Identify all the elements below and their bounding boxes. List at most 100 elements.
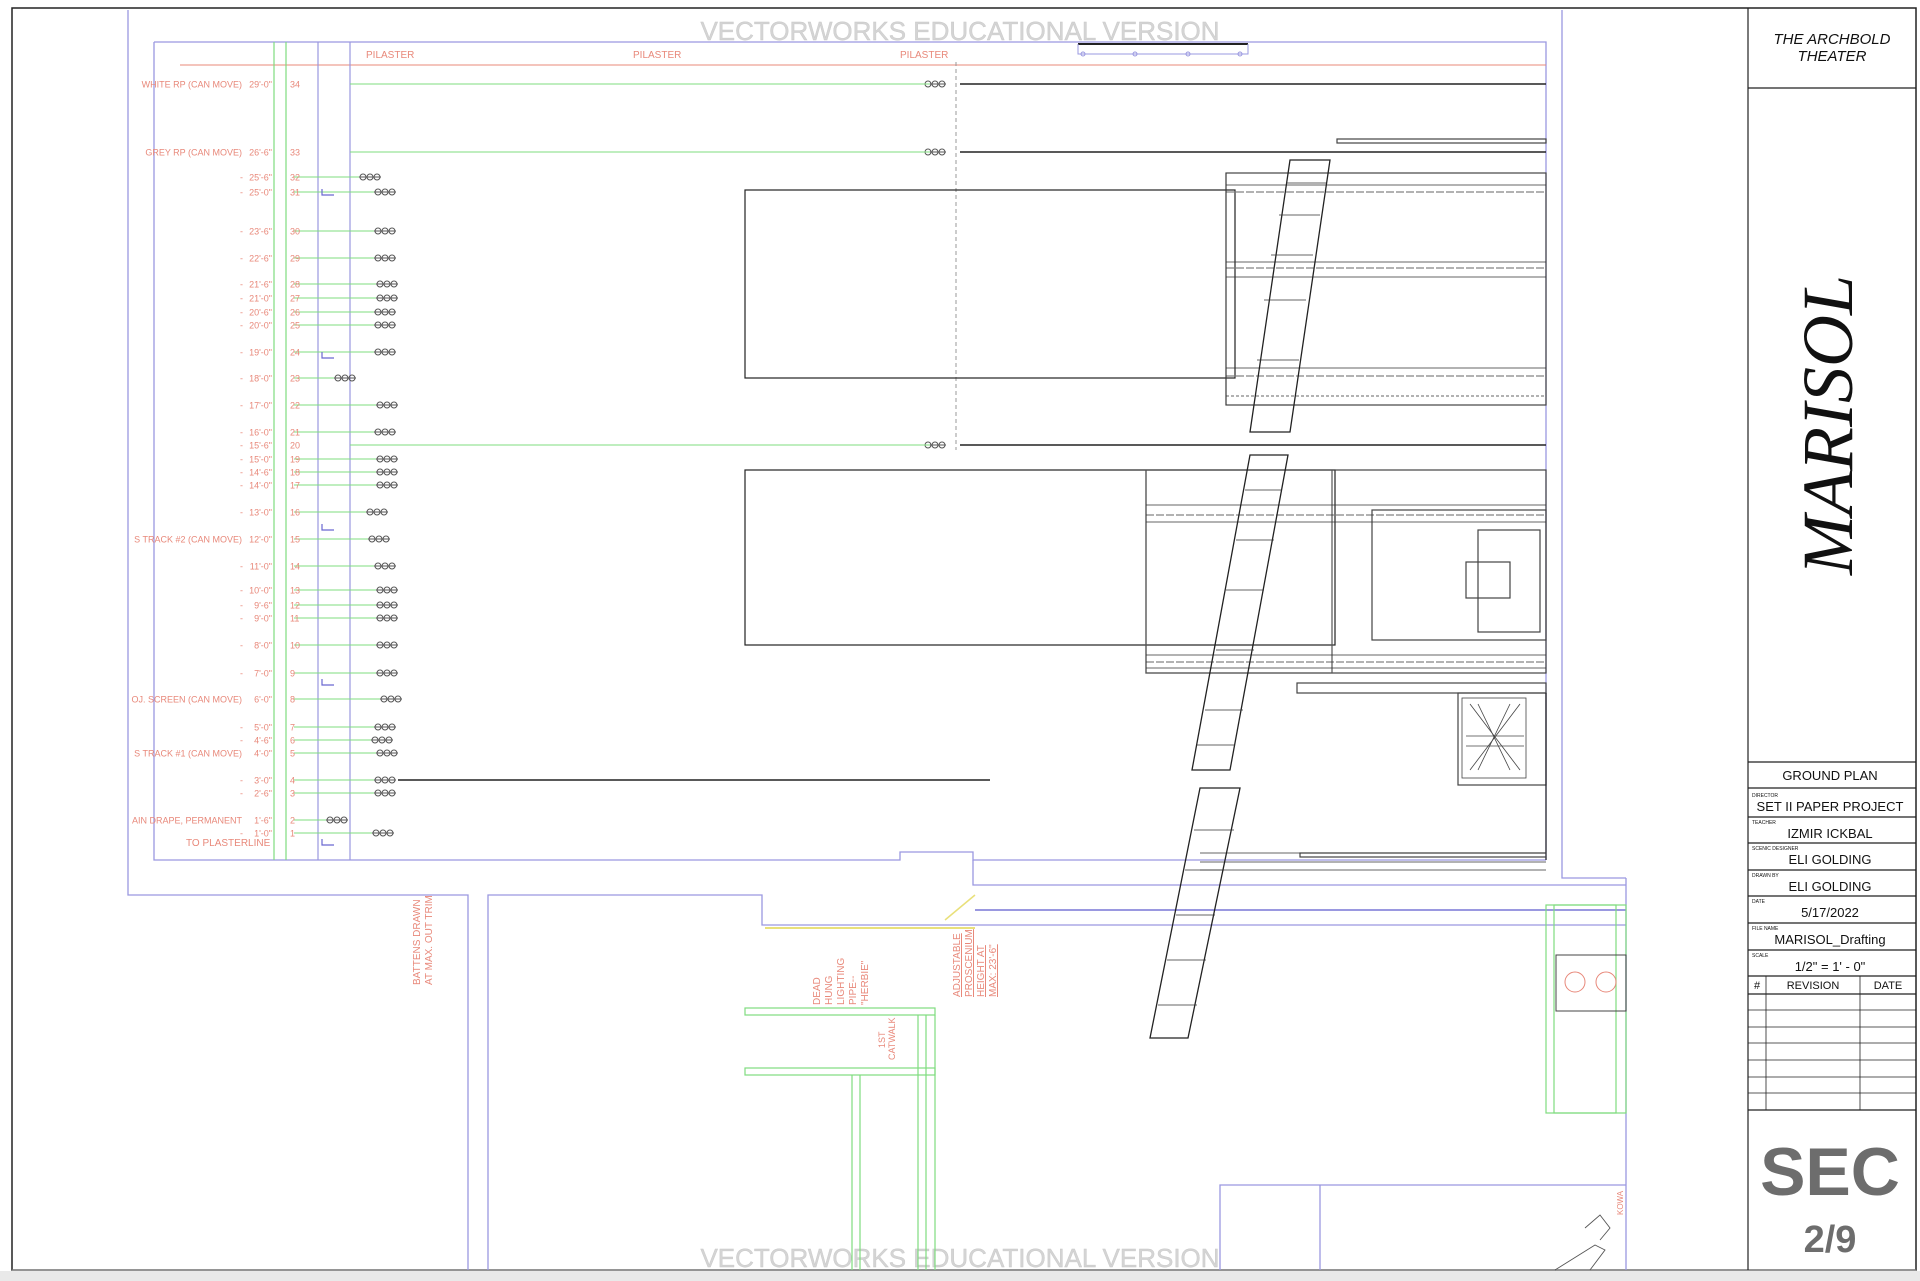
- proscenium-line4: MAX: 23'-6": [988, 944, 999, 997]
- lineset-distance: 29'-0": [249, 80, 272, 90]
- sheet-number: 2/9: [1804, 1219, 1857, 1261]
- sheet-name: GROUND PLAN: [1782, 768, 1877, 783]
- lineset-distance: 23'-6": [249, 227, 272, 237]
- lineset-number: 11: [290, 614, 299, 624]
- lineset-dash: -: [240, 614, 243, 624]
- lineset-number: 3: [290, 789, 295, 799]
- lineset-dash: -: [240, 308, 243, 318]
- lineset-distance: 13'-0": [249, 508, 272, 518]
- lineset-dash: -: [240, 601, 243, 611]
- file-name-value: MARISOL_Drafting: [1774, 932, 1885, 947]
- lineset-number: 8: [290, 695, 295, 705]
- revision-number-header: #: [1754, 980, 1761, 992]
- pilaster-label-2: PILASTER: [633, 50, 681, 61]
- dead-hung-line1: DEAD: [812, 977, 823, 1005]
- lineset-name: S TRACK #1 (CAN MOVE): [134, 749, 242, 759]
- lineset-distance: 10'-0": [249, 586, 272, 596]
- catwalk-line2: CATWALK: [887, 1017, 897, 1060]
- pilaster-label-1: PILASTER: [366, 50, 414, 61]
- lineset-number: 19: [290, 455, 300, 465]
- lineset-number: 33: [290, 148, 300, 158]
- proscenium-line3: HEIGHT AT: [976, 945, 987, 997]
- lineset-distance: 14'-0": [249, 481, 272, 491]
- battens-note-line2: AT MAX. OUT TRIM: [424, 895, 435, 985]
- lineset-distance: 3'-0": [254, 776, 272, 786]
- lineset-distance: 21'-0": [249, 294, 272, 304]
- lineset-number: 27: [290, 294, 300, 304]
- lineset-distance: 26'-6": [249, 148, 272, 158]
- lineset-dash: -: [240, 776, 243, 786]
- lineset-number: 22: [290, 401, 300, 411]
- dead-hung-line2: HUNG: [824, 975, 835, 1005]
- lineset-dash: -: [240, 481, 243, 491]
- lineset-number: 29: [290, 254, 300, 264]
- lineset-distance: 4'-0": [254, 749, 272, 759]
- drawn-by-label: DRAWN BY: [1752, 873, 1779, 879]
- lineset-number: 25: [290, 321, 300, 331]
- lineset-distance: 15'-0": [249, 455, 272, 465]
- lineset-dash: -: [240, 562, 243, 572]
- dead-hung-line5: "HERBIE": [860, 960, 871, 1005]
- lineset-number: 1: [290, 829, 295, 839]
- lineset-dash: -: [240, 227, 243, 237]
- lineset-dash: -: [240, 188, 243, 198]
- lineset-number: 10: [290, 641, 300, 651]
- revision-header: REVISION: [1787, 980, 1840, 992]
- lineset-number: 23: [290, 374, 300, 384]
- lineset-number: 17: [290, 481, 300, 491]
- lineset-number: 21: [290, 428, 300, 438]
- lineset-dash: -: [240, 736, 243, 746]
- lineset-distance: 21'-6": [249, 280, 272, 290]
- lineset-dash: -: [240, 428, 243, 438]
- dead-hung-line3: LIGHTING: [836, 958, 847, 1005]
- lineset-number: 12: [290, 601, 300, 611]
- lineset-number: 30: [290, 227, 300, 237]
- scale-label: SCALE: [1752, 953, 1769, 959]
- battens-note: BATTENS DRAWN AT MAX. OUT TRIM: [412, 895, 435, 985]
- lineset-dash: -: [240, 173, 243, 183]
- lineset-dash: -: [240, 789, 243, 799]
- lineset-dash: -: [240, 321, 243, 331]
- lineset-distance: 9'-0": [254, 614, 272, 624]
- lineset-distance: 19'-0": [249, 348, 272, 358]
- drawing-sheet: VECTORWORKS EDUCATIONAL VERSION VECTORWO…: [0, 7, 1920, 1281]
- teacher-value: IZMIR ICKBAL: [1787, 826, 1872, 841]
- lineset-name: AIN DRAPE, PERMANENT: [132, 816, 243, 826]
- lineset-dash: -: [240, 641, 243, 651]
- lineset-number: 28: [290, 280, 300, 290]
- pilaster-label-3: PILASTER: [900, 50, 948, 61]
- lineset-number: 31: [290, 188, 300, 198]
- lineset-number: 18: [290, 468, 300, 478]
- lineset-distance: 1'-0": [254, 829, 272, 839]
- lineset-number: 9: [290, 669, 295, 679]
- dead-hung-line4: PIPE--: [848, 976, 859, 1005]
- lineset-number: 5: [290, 749, 295, 759]
- lineset-dash: -: [240, 280, 243, 290]
- lineset-number: 24: [290, 348, 300, 358]
- lineset-distance: 22'-6": [249, 254, 272, 264]
- lineset-number: 14: [290, 562, 300, 572]
- lineset-distance: 25'-0": [249, 188, 272, 198]
- designer-value: ELI GOLDING: [1788, 852, 1871, 867]
- proscenium-line1: ADJUSTABLE: [952, 933, 963, 997]
- to-plasterline-label: TO PLASTERLINE: [186, 838, 271, 849]
- lineset-number: 2: [290, 816, 295, 826]
- theater-name-line2: THEATER: [1798, 48, 1867, 65]
- lineset-number: 34: [290, 80, 300, 90]
- lineset-number: 32: [290, 173, 300, 183]
- lineset-dash: -: [240, 508, 243, 518]
- lineset-name: S TRACK #2 (CAN MOVE): [134, 535, 242, 545]
- lineset-dash: -: [240, 401, 243, 411]
- lineset-distance: 4'-6": [254, 736, 272, 746]
- edge-note: KOWA: [1616, 1190, 1625, 1215]
- lineset-distance: 25'-6": [249, 173, 272, 183]
- teacher-label: TEACHER: [1752, 820, 1776, 826]
- lineset-number: 13: [290, 586, 300, 596]
- lineset-distance: 12'-0": [249, 535, 272, 545]
- lineset-number: 26: [290, 308, 300, 318]
- lineset-distance: 11'-0": [250, 562, 272, 572]
- lineset-distance: 6'-0": [254, 695, 272, 705]
- lineset-dash: -: [240, 455, 243, 465]
- lineset-distance: 17'-0": [249, 401, 272, 411]
- lineset-distance: 20'-0": [249, 321, 272, 331]
